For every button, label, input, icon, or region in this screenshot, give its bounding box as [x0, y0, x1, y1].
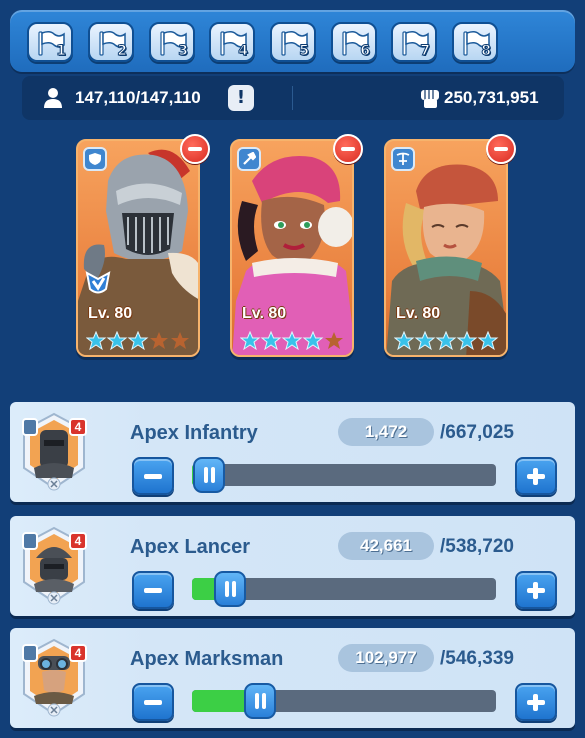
troop-count-input[interactable]: 102,977: [338, 644, 434, 672]
preset-flag-5[interactable]: 5: [270, 22, 316, 62]
lance-icon: [243, 152, 256, 165]
troop-capacity-value: 147,110/147,110: [75, 88, 201, 107]
star-filled-icon: [435, 331, 457, 351]
remove-hero-3-button[interactable]: [486, 134, 516, 164]
troop-row-marksman: 4 Apex Marksman 102,977 /546,339: [10, 628, 575, 728]
troop-row-infantry: 4 Apex Infantry 1,472 /667,025: [10, 402, 575, 502]
hero-level: Lv. 80: [242, 305, 287, 322]
shield-icon: [89, 153, 101, 165]
fist-icon: [421, 90, 439, 108]
power-value: 250,731,951: [444, 88, 539, 107]
shield-icon: [22, 418, 38, 436]
crossbow-icon: [396, 152, 410, 165]
star-filled-icon: [127, 331, 149, 351]
decrease-troops-button[interactable]: [132, 683, 174, 721]
hero-portrait: [78, 149, 198, 355]
decrease-troops-button[interactable]: [132, 571, 174, 609]
increase-troops-button[interactable]: [515, 683, 557, 721]
increase-troops-button[interactable]: [515, 571, 557, 609]
troop-avatar: 4: [22, 638, 87, 718]
hero-portrait: [232, 156, 352, 355]
troop-name: Apex Lancer: [130, 536, 251, 558]
preset-number: 1: [56, 43, 67, 60]
preset-number: 8: [481, 43, 492, 60]
star-filled-icon: [240, 331, 261, 351]
hero-level: Lv. 80: [396, 305, 441, 322]
preset-number: 6: [360, 43, 371, 60]
preset-flag-1[interactable]: 1: [27, 22, 73, 62]
remove-hero-1-button[interactable]: [180, 134, 210, 164]
troop-row-lancer: 4 Apex Lancer 42,661 /538,720: [10, 516, 575, 616]
preset-number: 2: [117, 43, 128, 60]
troop-slider[interactable]: [192, 571, 496, 607]
troop-name: Apex Infantry: [130, 422, 258, 444]
star-filled-icon: [281, 331, 303, 351]
troop-avatar: 4: [22, 526, 87, 606]
star-filled-icon: [106, 331, 128, 351]
star-empty-icon: [171, 332, 189, 349]
hero-star-rating: [86, 331, 189, 351]
marksman-role-badge: [391, 147, 415, 171]
troop-slider[interactable]: [192, 683, 496, 719]
remove-hero-2-button[interactable]: [333, 134, 363, 164]
star-filled-icon: [260, 331, 282, 351]
lance-icon: [22, 532, 38, 550]
hero-star-rating: [394, 331, 499, 351]
troop-max: /538,720: [440, 536, 514, 557]
star-filled-icon: [302, 331, 324, 351]
star-filled-icon: [394, 331, 415, 351]
increase-troops-button[interactable]: [515, 457, 557, 495]
stats-divider: [292, 86, 293, 110]
preset-flag-6[interactable]: 6: [331, 22, 377, 62]
star-filled-icon: [456, 331, 478, 351]
hero-portrait: [386, 164, 506, 355]
crossbow-icon: [22, 644, 38, 662]
star-half-icon: [477, 331, 499, 351]
preset-flag-7[interactable]: 7: [391, 22, 437, 62]
hero-card-1[interactable]: Lv. 80: [76, 139, 200, 357]
star-empty-icon: [150, 332, 168, 349]
troop-slider-thumb[interactable]: [193, 457, 225, 493]
blue-chevron-badge-icon: [85, 271, 111, 294]
infantry-role-badge: [83, 147, 107, 171]
decrease-troops-button[interactable]: [132, 457, 174, 495]
lancer-role-badge: [237, 147, 261, 171]
march-stats-bar: 147,110/147,110 ! 250,731,951: [22, 76, 564, 120]
hero-card-2[interactable]: Lv. 80: [230, 139, 354, 357]
preset-flag-3[interactable]: 3: [149, 22, 195, 62]
hero-star-rating: [240, 331, 343, 351]
hero-card-3[interactable]: Lv. 80: [384, 139, 508, 357]
troop-count-input[interactable]: 42,661: [338, 532, 434, 560]
troop-tier-badge: 4: [69, 418, 87, 436]
troop-slider[interactable]: [192, 457, 496, 493]
troop-tier-badge: 4: [69, 644, 87, 662]
person-icon: [44, 88, 62, 108]
troop-slider-thumb[interactable]: [244, 683, 276, 719]
preset-flag-2[interactable]: 2: [88, 22, 134, 62]
preset-number: 4: [238, 43, 249, 60]
star-filled-icon: [414, 331, 436, 351]
troop-slider-thumb[interactable]: [214, 571, 246, 607]
star-empty-icon: [325, 332, 343, 349]
troop-name: Apex Marksman: [130, 648, 284, 670]
troop-max: /546,339: [440, 648, 514, 669]
preset-number: 7: [420, 43, 431, 60]
preset-number: 5: [299, 43, 310, 60]
formation-preset-bar: 1 2 3 4 5 6 7 8: [10, 10, 575, 72]
troop-avatar: 4: [22, 412, 87, 492]
troop-tier-badge: 4: [69, 532, 87, 550]
preset-flag-4[interactable]: 4: [209, 22, 255, 62]
troop-count-input[interactable]: 1,472: [338, 418, 434, 446]
preset-number: 3: [178, 43, 189, 60]
troop-max: /667,025: [440, 422, 514, 443]
capacity-alert-button[interactable]: !: [228, 85, 254, 111]
star-filled-icon: [86, 331, 107, 351]
preset-flag-8[interactable]: 8: [452, 22, 498, 62]
hero-level: Lv. 80: [88, 305, 133, 322]
